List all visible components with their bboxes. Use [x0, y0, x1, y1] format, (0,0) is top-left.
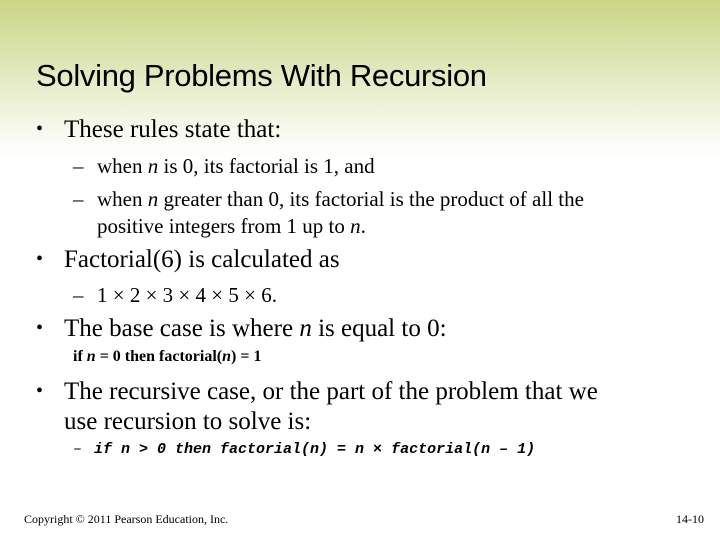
copyright-footer: Copyright © 2011 Pearson Education, Inc.	[24, 512, 229, 526]
sub-bullet-text: when n is 0, its factorial is 1, and	[97, 154, 375, 178]
base-case-code: if n = 0 then factorial(n) = 1	[73, 348, 262, 365]
dash-icon: –	[73, 154, 84, 178]
sub-bullet-text: positive integers from 1 up to n.	[97, 214, 366, 238]
bullet-text: The base case is where n is equal to 0:	[64, 315, 447, 342]
code-text: if n > 0 then factorial(n) = n × factori…	[94, 441, 536, 458]
bullet-text: Factorial(6) is calculated as	[64, 246, 340, 273]
bullet-icon: •	[36, 118, 44, 140]
recursive-case-code: – if n > 0 then factorial(n) = n × factor…	[73, 441, 535, 458]
page-number: 14-10	[676, 512, 704, 526]
sub-bullet-text: 1 × 2 × 3 × 4 × 5 × 6.	[97, 283, 277, 307]
sub-bullet-text: when n greater than 0, its factorial is …	[97, 187, 584, 211]
dash-icon: –	[73, 283, 84, 307]
bullet-text: use recursion to solve is:	[64, 408, 312, 435]
dash-icon: –	[73, 441, 83, 458]
bullet-text: These rules state that:	[64, 116, 282, 143]
bullet-text: The recursive case, or the part of the p…	[64, 378, 598, 405]
bullet-icon: •	[36, 380, 44, 402]
bullet-icon: •	[36, 248, 44, 270]
bullet-icon: •	[36, 317, 44, 339]
slide-title: Solving Problems With Recursion	[36, 58, 487, 93]
dash-icon: –	[73, 187, 84, 211]
